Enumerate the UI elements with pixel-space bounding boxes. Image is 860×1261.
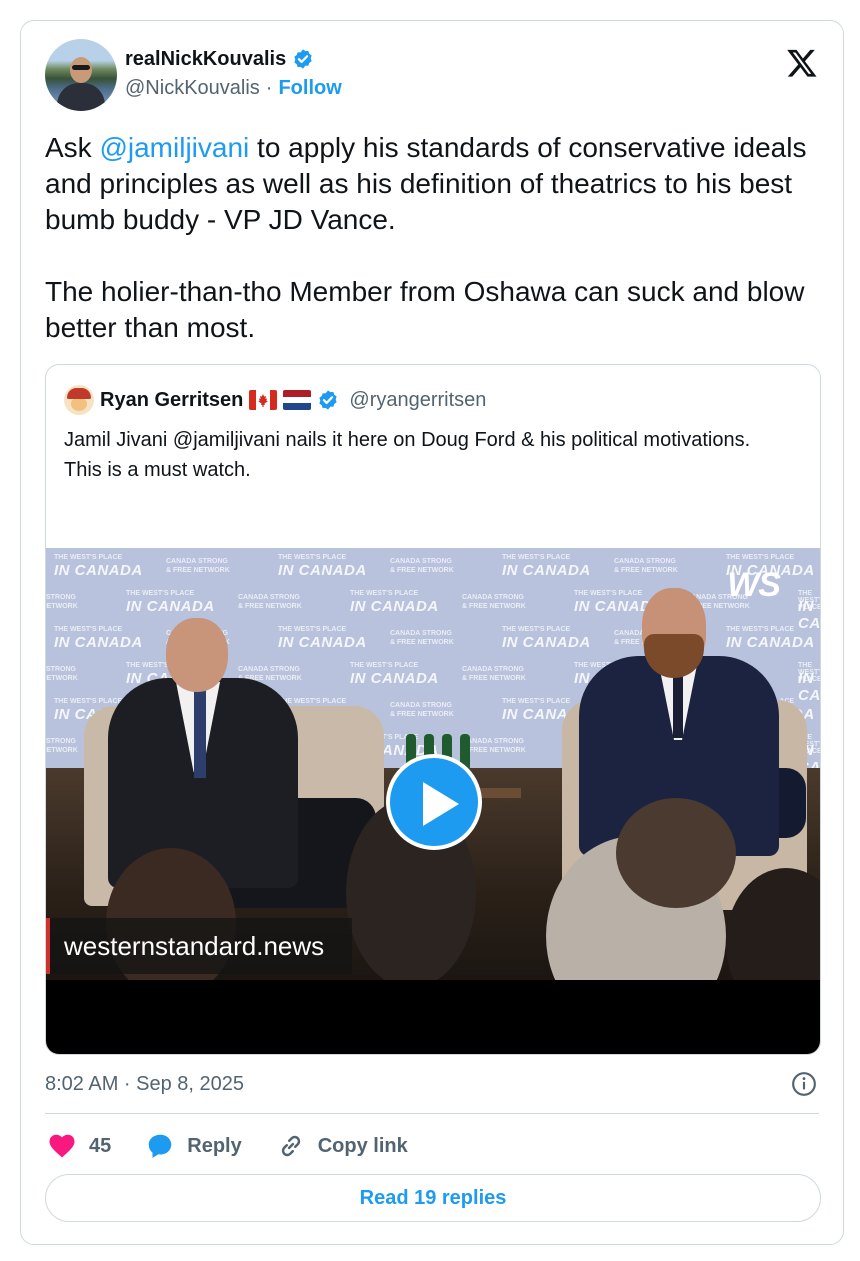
backdrop-network-name: CANADA STRONG [462,666,524,673]
ws-watermark: WS [727,566,781,604]
backdrop-network-name: CANADA STRONG [390,558,452,565]
follow-button[interactable]: Follow [278,77,341,100]
backdrop-tagline: THE WEST'S PLACE [278,626,347,633]
canada-flag-icon [249,390,278,410]
reply-label: Reply [187,1134,242,1157]
quoted-tweet-header: Ryan Gerritsen @ryangerritsen [64,385,486,415]
tweet-header: realNickKouvalis @NickKouvalis · Follow [45,39,819,115]
backdrop-tagline: THE WEST'S PLACE [502,554,571,561]
like-button[interactable]: 45 [47,1131,111,1161]
backdrop-title: IN CANADA [350,598,439,615]
backdrop-title: IN CANADA [126,598,215,615]
backdrop-tagline: THE WEST'S PLACE [54,626,123,633]
play-button[interactable] [386,754,482,850]
backdrop-network-name: CANADA STRONG [238,666,300,673]
backdrop-title: IN CANADA [502,634,591,651]
backdrop-tagline: THE WEST'S PLACE [726,626,795,633]
separator-dot: · [265,77,273,99]
quoted-tweet-text: Jamil Jivani @jamiljivani nails it here … [64,429,751,481]
netherlands-flag-icon [283,390,312,410]
quoted-tweet[interactable]: Ryan Gerritsen @ryangerritsen Jamil Jiva… [45,364,821,1055]
play-icon [423,782,459,826]
backdrop-network-subtitle: & FREE NETWORK [462,747,526,754]
backdrop-network-subtitle: & FREE NETWORK [46,603,78,610]
backdrop-network-name: CANADA STRONG [390,630,452,637]
author-avatar[interactable] [45,39,117,111]
backdrop-network-subtitle: & FREE NETWORK [614,567,678,574]
link-icon [281,1135,300,1157]
tweet-embed-card: realNickKouvalis @NickKouvalis · Follow … [20,20,844,1245]
verified-badge-icon [319,390,338,410]
backdrop-tagline: THE WEST'S PLACE [126,590,195,597]
copy-link-button[interactable]: Copy link [276,1131,408,1161]
backdrop-network-name: CANADA STRONG [46,666,76,673]
backdrop-title: IN CANADA [54,562,143,579]
backdrop-tagline: THE WEST'S PLACE [278,698,347,705]
backdrop-tagline: THE WEST'S PLACE [54,698,123,705]
action-bar: 45 Reply Copy link [47,1126,442,1166]
tweet-text-rest: to apply his standards of conservative i… [45,132,807,343]
divider [45,1113,819,1114]
backdrop-network-name: CANADA STRONG [166,558,228,565]
backdrop-title: IN CANADA [502,562,591,579]
backdrop-network-subtitle: & FREE NETWORK [166,567,230,574]
quoted-author-name[interactable]: Ryan Gerritsen [100,389,243,412]
backdrop-network-subtitle: & FREE NETWORK [462,675,526,682]
backdrop-tagline: THE WEST'S PLACE [726,554,795,561]
tweet-text-prefix: Ask [45,132,100,163]
video-lower-third: westernstandard.news [46,918,352,974]
backdrop-network-subtitle: & FREE NETWORK [390,711,454,718]
tweet-timestamp[interactable]: 8:02 AM · Sep 8, 2025 [45,1073,244,1095]
backdrop-network-subtitle: & FREE NETWORK [390,639,454,646]
backdrop-title: IN CANADA [798,670,820,704]
backdrop-network-subtitle: & FREE NETWORK [46,675,78,682]
like-count: 45 [89,1134,112,1157]
reply-bubble-icon [149,1134,172,1158]
author-info: realNickKouvalis @NickKouvalis · Follow [125,45,342,100]
info-icon[interactable] [791,1071,817,1097]
backdrop-network-name: CANADA STRONG [462,594,524,601]
backdrop-title: IN CANADA [278,634,367,651]
verified-badge-icon [294,49,312,69]
backdrop-network-name: CANADA STRONG [614,558,676,565]
backdrop-tagline: THE WEST'S PLACE [278,554,347,561]
backdrop-network-subtitle: & FREE NETWORK [238,603,302,610]
backdrop-network-name: CANADA STRONG [238,594,300,601]
backdrop-title: IN CANADA [350,670,439,687]
backdrop-network-subtitle: & FREE NETWORK [462,603,526,610]
read-replies-button[interactable]: Read 19 replies [45,1174,821,1222]
author-handle[interactable]: @NickKouvalis [125,77,260,100]
backdrop-title: IN CANADA [798,598,820,632]
backdrop-tagline: THE WEST'S PLACE [350,590,419,597]
tweet-body: Ask @jamiljivani to apply his standards … [45,130,825,346]
backdrop-tagline: THE WEST'S PLACE [54,554,123,561]
reply-button[interactable]: Reply [145,1131,242,1161]
backdrop-tagline: THE WEST'S PLACE [350,662,419,669]
backdrop-network-name: CANADA STRONG [46,594,76,601]
backdrop-network-subtitle: & FREE NETWORK [46,747,78,754]
author-display-name[interactable]: realNickKouvalis [125,48,286,71]
backdrop-tagline: THE WEST'S PLACE [502,698,571,705]
video-player[interactable]: THE WEST'S PLACE IN CANADA CANADA STRONG & … [46,548,820,1054]
backdrop-network-name: CANADA STRONG [46,738,76,745]
quoted-author-handle[interactable]: @ryangerritsen [349,389,486,412]
timestamp-row: 8:02 AM · Sep 8, 2025 [45,1069,819,1099]
backdrop-tagline: THE WEST'S PLACE [574,590,643,597]
backdrop-network-name: CANADA STRONG [462,738,524,745]
backdrop-title: IN CANADA [54,634,143,651]
mention-link[interactable]: @jamiljivani [99,132,249,163]
quoted-author-avatar[interactable] [64,385,94,415]
backdrop-network-name: CANADA STRONG [390,702,452,709]
backdrop-tagline: THE WEST'S PLACE [502,626,571,633]
backdrop-title: IN CANADA [726,634,815,651]
copy-link-label: Copy link [317,1134,408,1157]
x-logo-icon[interactable] [785,47,819,79]
heart-icon [49,1134,75,1158]
backdrop-title: IN CANADA [278,562,367,579]
backdrop-network-subtitle: & FREE NETWORK [390,567,454,574]
